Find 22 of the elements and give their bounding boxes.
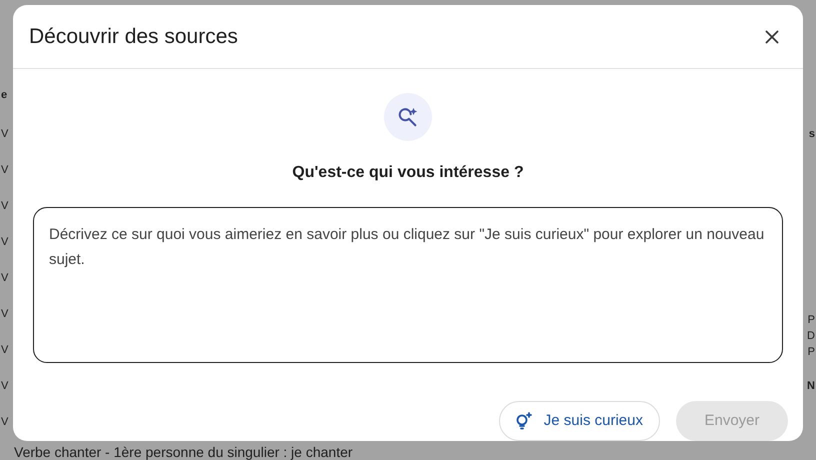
curious-button[interactable]: Je suis curieux (498, 401, 660, 441)
background-text: Verbe chanter - 1ère personne du singulier : je chanter (14, 444, 353, 460)
background-text: P (808, 345, 816, 360)
background-text: V (0, 415, 8, 430)
prompt-field[interactable]: Décrivez ce sur quoi vous aimeriez en savoir plus ou cliquez sur "Je suis curieux" pour explorer un nouveau sujet. (33, 207, 783, 363)
background-text: P (808, 313, 816, 328)
dialog-title: Découvrir des sources (29, 24, 238, 50)
background-text: D (807, 329, 816, 344)
background-text: V (0, 127, 8, 142)
background-text: V (0, 379, 8, 394)
lightbulb-icon (516, 412, 532, 430)
dialog-heading: Qu'est-ce qui vous intéresse ? (292, 163, 524, 183)
background-text: s (808, 127, 816, 142)
background-text: V (0, 163, 8, 178)
background-text: N (807, 379, 816, 394)
background-text: V (0, 307, 8, 322)
background-text: e (0, 88, 8, 103)
search-sparkle-icon (397, 106, 419, 128)
background-text: V (0, 235, 8, 250)
background-text: V (0, 199, 8, 214)
background-text: V (0, 343, 8, 358)
background-text: V (0, 271, 8, 286)
